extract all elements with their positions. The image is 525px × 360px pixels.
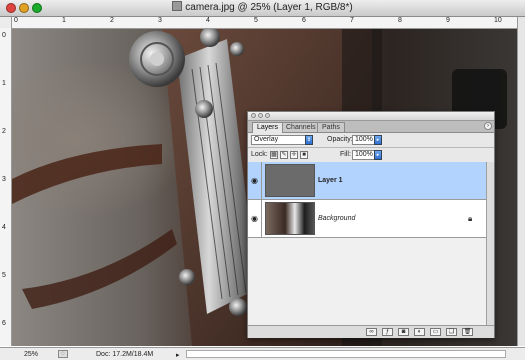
document-size: Doc: 17.2M/18.4M <box>96 351 154 358</box>
palette-menu-icon[interactable]: › <box>484 122 492 130</box>
delete-layer-icon[interactable]: 🗑︎ <box>462 328 473 336</box>
ruler-left-label: 4 <box>2 224 6 231</box>
lock-all-icon[interactable]: ■ <box>300 151 308 159</box>
tab-paths[interactable]: Paths <box>317 122 345 132</box>
title-bar[interactable]: camera.jpg @ 25% (Layer 1, RGB/8*) <box>0 0 525 17</box>
ruler-left-label: 2 <box>2 128 6 135</box>
tab-channels[interactable]: Channels <box>281 122 321 132</box>
camera-strap <box>12 144 162 204</box>
layer-name: Layer 1 <box>318 177 343 184</box>
visibility-eye-icon[interactable]: ◉ <box>248 200 262 237</box>
opacity-value: 100% <box>355 136 373 143</box>
layer-thumbnail <box>265 202 315 235</box>
ruler-left-label: 1 <box>2 80 6 87</box>
document-icon <box>172 1 183 11</box>
new-group-icon[interactable]: ▭ <box>430 328 441 336</box>
horizontal-ruler[interactable]: 0 1 2 3 4 5 6 7 8 9 10 <box>12 17 517 29</box>
ruler-top-label: 7 <box>350 17 354 24</box>
ruler-top-label: 2 <box>110 17 114 24</box>
ruler-top-label: 0 <box>14 17 18 24</box>
fill-slider-arrow-icon[interactable]: ▸ <box>374 150 382 160</box>
link-layers-icon[interactable]: ∞ <box>366 328 377 336</box>
palette-zoom-button[interactable] <box>265 113 270 118</box>
quick-mask-icon[interactable]: ◌ <box>58 350 68 358</box>
ruler-top-label: 8 <box>398 17 402 24</box>
layer-thumbnail <box>265 164 315 197</box>
dropdown-arrow-icon: ⇕ <box>305 135 313 145</box>
visibility-eye-icon[interactable]: ◉ <box>248 162 262 199</box>
blend-mode-select[interactable]: Overlay ⇕ <box>251 135 313 145</box>
new-layer-icon[interactable]: ❏ <box>446 328 457 336</box>
blend-mode-value: Overlay <box>254 136 279 143</box>
ruler-top-label: 4 <box>206 17 210 24</box>
adjustment-layer-icon[interactable]: ◐ <box>414 328 425 336</box>
palette-close-button[interactable] <box>251 113 256 118</box>
palette-minimize-button[interactable] <box>258 113 263 118</box>
opacity-field[interactable]: 100% ▸ <box>352 135 382 145</box>
tab-layers[interactable]: Layers <box>252 122 284 133</box>
camera-strap-lower <box>22 229 177 309</box>
layer-style-icon[interactable]: ƒ <box>382 328 393 336</box>
ruler-left-label: 0 <box>2 32 6 39</box>
ruler-left-label: 5 <box>2 272 6 279</box>
lock-transparency-icon[interactable]: ▦ <box>270 151 278 159</box>
ruler-top-label: 9 <box>446 17 450 24</box>
vertical-ruler[interactable]: 0 1 2 3 4 5 6 <box>0 28 12 346</box>
lock-position-icon[interactable]: ✛ <box>290 151 298 159</box>
ruler-top-label: 10 <box>494 17 502 24</box>
palette-button-bar: ∞ ƒ ◙ ◐ ▭ ❏ 🗑︎ <box>248 325 494 338</box>
lock-image-icon[interactable]: ✎ <box>280 151 288 159</box>
fill-field[interactable]: 100% ▸ <box>352 150 382 160</box>
zoom-level[interactable]: 25% <box>24 351 38 358</box>
layer-name: Background <box>318 215 356 222</box>
layer-row-layer-1[interactable]: ◉ Layer 1 <box>248 162 486 200</box>
layers-palette: Layers Channels Paths › Overlay ⇕ Opacit… <box>247 111 495 338</box>
layer-mask-icon[interactable]: ◙ <box>398 328 409 336</box>
fill-value: 100% <box>355 151 373 158</box>
ruler-top-label: 5 <box>254 17 258 24</box>
layer-row-background[interactable]: ◉ Background 🔒︎ <box>248 200 486 238</box>
ruler-left-label: 3 <box>2 176 6 183</box>
palette-tabs: Layers Channels Paths › <box>248 121 494 133</box>
status-menu-arrow-icon[interactable]: ▸ <box>176 351 180 359</box>
ruler-top-label: 6 <box>302 17 306 24</box>
palette-title-bar[interactable] <box>248 112 494 121</box>
horizontal-scrollbar[interactable] <box>186 350 506 358</box>
vertical-scrollbar[interactable] <box>517 17 525 346</box>
opacity-label: Opacity: <box>327 136 353 143</box>
document-window: camera.jpg @ 25% (Layer 1, RGB/8*) 0 1 2… <box>0 0 525 360</box>
ruler-left-label: 6 <box>2 320 6 327</box>
window-title: camera.jpg @ 25% (Layer 1, RGB/8*) <box>0 1 525 15</box>
ruler-top-label: 3 <box>158 17 162 24</box>
ruler-top-label: 1 <box>62 17 66 24</box>
lock-row: Lock: ▦ ✎ ✛ ■ Fill: 100% ▸ <box>248 148 494 163</box>
status-bar: 25% ◌ Doc: 17.2M/18.4M ▸ <box>0 347 525 360</box>
window-title-text: camera.jpg @ 25% (Layer 1, RGB/8*) <box>185 2 353 13</box>
layers-scrollbar[interactable] <box>486 162 494 325</box>
blend-row: Overlay ⇕ Opacity: 100% ▸ <box>248 133 494 148</box>
lock-label: Lock: <box>251 151 268 158</box>
opacity-slider-arrow-icon[interactable]: ▸ <box>374 135 382 145</box>
fill-label: Fill: <box>340 151 351 158</box>
layers-list: ◉ Layer 1 ◉ Background 🔒︎ <box>248 162 486 325</box>
lock-icon: 🔒︎ <box>468 214 473 223</box>
